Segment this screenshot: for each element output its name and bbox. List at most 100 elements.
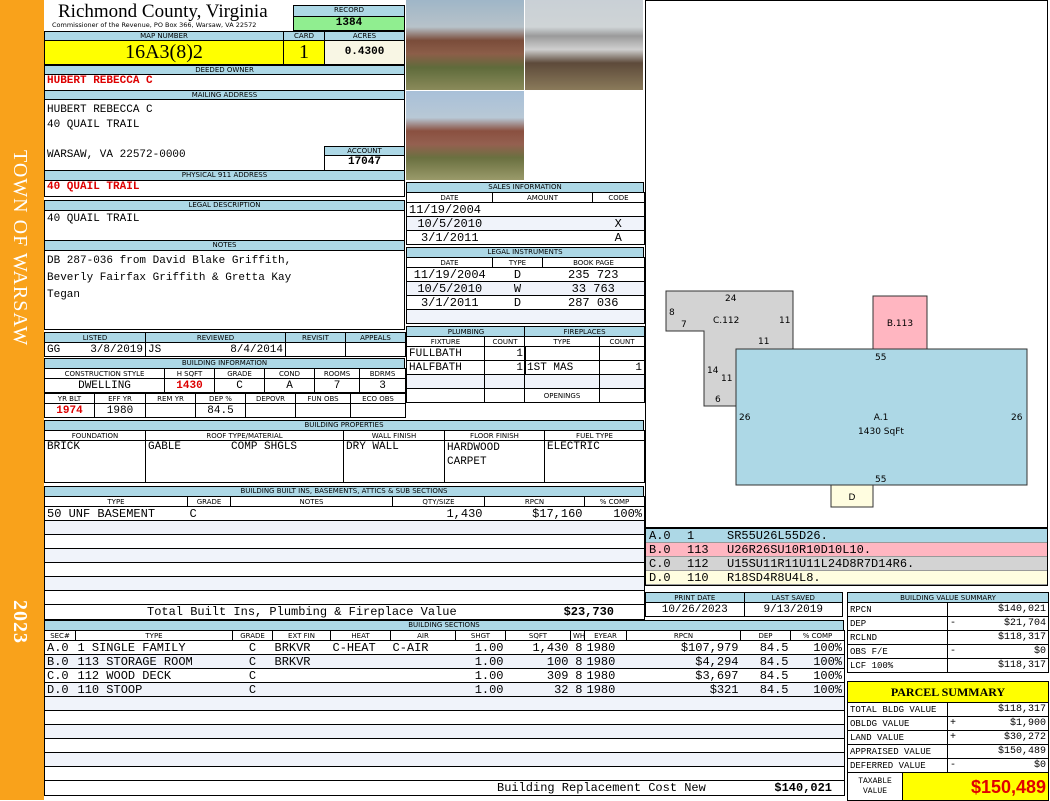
value-summary-row: RCLND $118,317 bbox=[847, 630, 1049, 645]
replacement-cost: $140,021 bbox=[774, 781, 832, 795]
fuel-type: ELECTRIC bbox=[544, 440, 645, 483]
builtin-row: 50 UNF BASEMENT C 1,430 $17,160 100% bbox=[44, 506, 645, 521]
revisit-header: REVISIT bbox=[285, 332, 346, 343]
sections-table: SEC#TYPEGRADEEXT FINHEATAIRSHGTSQFTWHGTE… bbox=[44, 630, 845, 796]
parcel-summary-row: LAND VALUE + $30,272 bbox=[847, 730, 1050, 745]
appeals-header: APPEALS bbox=[345, 332, 406, 343]
sketch-legend-row[interactable]: A.0 1 SR55U26L55D26. bbox=[646, 529, 1047, 543]
notes-line: Beverly Fairfax Griffith & Gretta Kay bbox=[47, 272, 292, 284]
house-photo-side[interactable] bbox=[406, 91, 524, 180]
building-info-table: CONSTRUCTION STYLE H SQFT GRADE COND ROOMS BD… bbox=[44, 368, 406, 418]
parcel-summary-row: OBLDG VALUE + $1,900 bbox=[847, 716, 1050, 731]
effective-year: 1980 bbox=[94, 403, 146, 418]
instrument-row: 10/5/2010 W 33 763 bbox=[406, 281, 645, 296]
sections-col-header: EYEAR bbox=[584, 630, 627, 641]
sidebar: TOWN OF WARSAW 2023 bbox=[0, 0, 44, 800]
sections-col-header: AIR bbox=[390, 630, 456, 641]
svg-text:11: 11 bbox=[758, 337, 769, 347]
map-number: 16A3(8)2 bbox=[44, 40, 284, 65]
svg-text:8: 8 bbox=[669, 308, 675, 318]
year-built: 1974 bbox=[44, 403, 95, 418]
account-number: 17047 bbox=[324, 155, 405, 171]
building-sketch: 24 8 7 C.112 11 11 14 11 6 55 26 26 A.1 … bbox=[665, 290, 1028, 508]
listed-header: LISTED bbox=[44, 332, 146, 343]
county-title: Richmond County, Virginia bbox=[58, 1, 268, 22]
notes-line: DB 287-036 from David Blake Griffith, bbox=[47, 255, 292, 267]
plumbing-row: FULLBATH 1 bbox=[406, 346, 526, 361]
record-number: 1384 bbox=[293, 16, 405, 31]
parcel-summary-row: APPRAISED VALUE $150,489 bbox=[847, 744, 1050, 759]
town-name: TOWN OF WARSAW bbox=[9, 150, 31, 347]
card-number: 1 bbox=[283, 40, 325, 65]
revisit bbox=[285, 342, 346, 357]
sections-col-header: % COMP bbox=[790, 630, 845, 641]
svg-text:26: 26 bbox=[739, 413, 751, 423]
builtins-table: TYPE GRADE NOTES QTY/SIZE RPCN% COMP 50 UNF … bbox=[44, 496, 645, 620]
plumbing-table: PLUMBING FIXTURE COUNT FULLBATH 1 HALFBATH… bbox=[406, 326, 526, 403]
sales-row: 3/1/2011 A bbox=[406, 230, 645, 245]
sketch-legend-row[interactable]: B.0 113 U26R26SU10R10D10L10. bbox=[646, 543, 1047, 557]
instruments-table: DATE TYPE BOOK PAGE 11/19/2004 D 235 723 10/… bbox=[406, 257, 645, 324]
value-summary-row: DEP - $21,704 bbox=[847, 616, 1049, 631]
svg-text:24: 24 bbox=[725, 294, 737, 304]
last-saved: 9/13/2019 bbox=[743, 602, 843, 617]
floor-finish: HARDWOOD CARPET bbox=[444, 440, 545, 483]
wall-finish: DRY WALL bbox=[343, 440, 445, 483]
print-date: 10/26/2023 bbox=[645, 602, 745, 617]
physical-address: 40 QUAIL TRAIL bbox=[44, 180, 405, 197]
heated-sqft: 1430 bbox=[164, 378, 215, 393]
svg-text:6: 6 bbox=[715, 395, 721, 405]
parcel-summary-row: TOTAL BLDG VALUE $118,317 bbox=[847, 702, 1050, 717]
parcel-summary: PARCEL SUMMARY TOTAL BLDG VALUE $118,317 O… bbox=[846, 681, 1050, 801]
svg-text:B.113: B.113 bbox=[887, 319, 913, 329]
rooms: 7 bbox=[314, 378, 360, 393]
sections-col-header: HEAT bbox=[330, 630, 391, 641]
listed: GG 3/8/2019 bbox=[44, 342, 146, 357]
reviewed-header: REVIEWED bbox=[145, 332, 286, 343]
fireplaces-table: FIREPLACES TYPE COUNT 1ST MAS 1 OPENINGS bbox=[524, 326, 645, 403]
svg-text:14: 14 bbox=[707, 366, 719, 376]
svg-text:D: D bbox=[849, 493, 856, 503]
value-summary-row: LCF 100% $118,317 bbox=[847, 658, 1049, 673]
bedrooms: 3 bbox=[359, 378, 406, 393]
builtins-total-label: Total Built Ins, Plumbing & Fireplace Va… bbox=[147, 605, 457, 619]
taxable-label: TAXABLE VALUE bbox=[847, 772, 903, 801]
carport-photo[interactable] bbox=[525, 0, 643, 90]
office-address: Commissioner of the Revenue, PO Box 366,… bbox=[52, 21, 257, 29]
notes-line: Tegan bbox=[47, 289, 81, 301]
taxable-value: $150,489 bbox=[901, 772, 1050, 801]
deeded-owner: HUBERT REBECCA C bbox=[44, 74, 405, 91]
sales-row: 10/5/2010 X bbox=[406, 216, 645, 231]
instrument-row: 11/19/2004 D 235 723 bbox=[406, 267, 645, 282]
sketch-legend-row[interactable]: C.0 112 U15SU11R11U11L24D8R7D14R6. bbox=[646, 557, 1047, 571]
builtins-total: $23,730 bbox=[563, 605, 614, 619]
svg-text:C.112: C.112 bbox=[713, 316, 739, 326]
svg-text:A.1: A.1 bbox=[874, 413, 889, 423]
foundation: BRICK bbox=[44, 440, 146, 483]
sections-col-header: SEC# bbox=[44, 630, 76, 641]
sketch-area[interactable]: 24 8 7 C.112 11 11 14 11 6 55 26 26 A.1 … bbox=[645, 0, 1048, 528]
instrument-row: 3/1/2011 D 287 036 bbox=[406, 295, 645, 310]
sections-col-header: WHGT bbox=[570, 630, 585, 641]
value-summary-row: OBS F/E - $0 bbox=[847, 644, 1049, 659]
fireplace-row: 1ST MAS 1 bbox=[524, 360, 645, 375]
section-row: A.0 1 SINGLE FAMILY C BRKVR C-HEAT C-AIR 1.00 1… bbox=[44, 640, 845, 655]
sections-col-header: GRADE bbox=[232, 630, 273, 641]
svg-text:7: 7 bbox=[681, 320, 687, 330]
svg-text:11: 11 bbox=[721, 374, 732, 384]
dates-table: PRINT DATE LAST SAVED 10/26/2023 9/13/2019 bbox=[645, 592, 843, 617]
svg-text:55: 55 bbox=[875, 475, 886, 485]
svg-text:26: 26 bbox=[1011, 413, 1023, 423]
construction-style: DWELLING bbox=[44, 378, 165, 393]
reviewed: JS 8/4/2014 bbox=[145, 342, 286, 357]
mailing-line-2: 40 QUAIL TRAIL bbox=[47, 119, 140, 131]
appeals bbox=[345, 342, 406, 357]
section-row: B.0 113 STORAGE ROOM C BRKVR 1.00 100 8 1980 $4,… bbox=[44, 654, 845, 669]
sketch-legend: A.0 1 SR55U26L55D26. B.0 113 U26R26SU10R10D10… bbox=[645, 528, 1048, 586]
condition: A bbox=[264, 378, 315, 393]
svg-text:11: 11 bbox=[779, 316, 790, 326]
sections-col-header: DEP bbox=[740, 630, 791, 641]
house-photo-front[interactable] bbox=[406, 0, 524, 90]
section-row: C.0 112 WOOD DECK C 1.00 309 8 1980 $3,697 84.5 1… bbox=[44, 668, 845, 683]
sketch-legend-row[interactable]: D.0 110 R18SD4R8U4L8. bbox=[646, 571, 1047, 585]
